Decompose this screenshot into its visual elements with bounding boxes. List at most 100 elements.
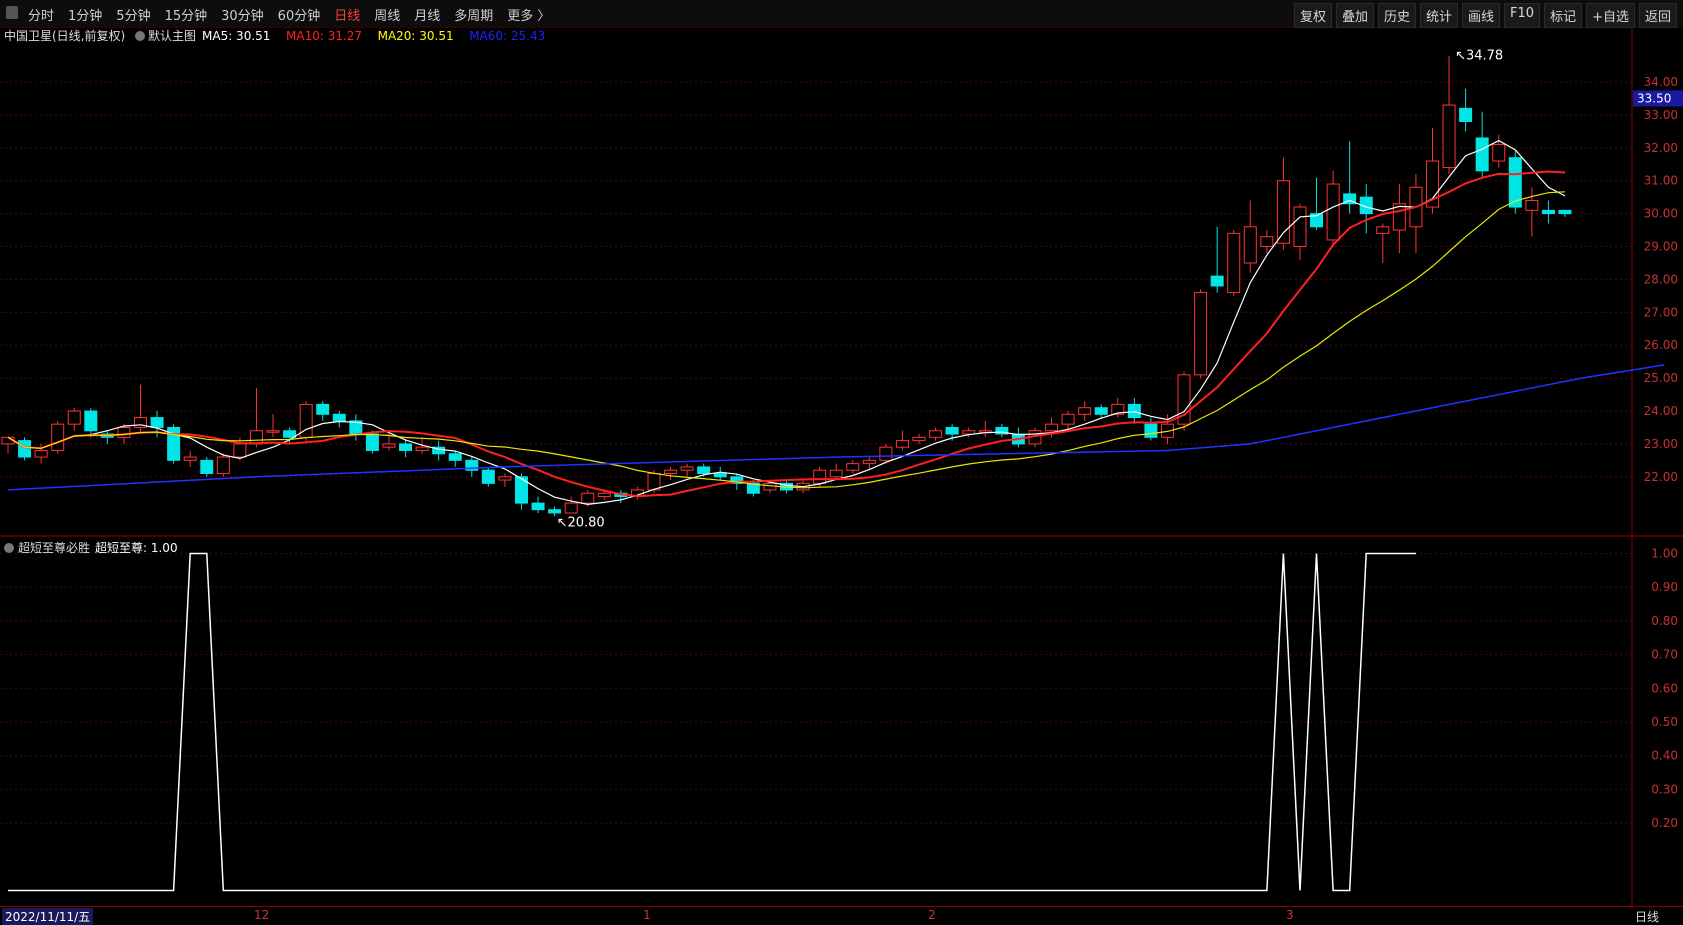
time-axis: 2022/11/11/五 12 1 2 3 日线 xyxy=(0,906,1683,925)
candle-body-29 xyxy=(481,469,495,484)
candle-body-77 xyxy=(1276,180,1290,244)
top-toolbar: 分时 1分钟 5分钟 15分钟 30分钟 60分钟 日线 周线 月线 多周期 更多 〉 复权 叠加 历史… xyxy=(0,0,1683,28)
candle-body-54 xyxy=(895,440,909,448)
period-tab-7[interactable]: 周线 xyxy=(374,5,400,24)
indicator-toggle-icon xyxy=(135,31,145,41)
price-tick-8: 30.00 xyxy=(1644,207,1678,221)
candle-body-11 xyxy=(183,456,197,461)
candle-body-74 xyxy=(1227,232,1241,294)
candle-body-27 xyxy=(448,453,462,461)
candle-body-68 xyxy=(1127,403,1141,419)
price-tick-1: 23.00 xyxy=(1644,437,1678,451)
candle-body-56 xyxy=(929,430,943,438)
toggle-panel-icon[interactable] xyxy=(6,6,18,19)
indicator-tick-6: 0.80 xyxy=(1651,614,1678,628)
tool-button-2[interactable]: 历史 xyxy=(1377,3,1416,28)
price-tick-2: 24.00 xyxy=(1644,404,1678,418)
tool-button-1[interactable]: 叠加 xyxy=(1335,3,1374,28)
tool-button-4[interactable]: 画线 xyxy=(1462,3,1501,28)
candles xyxy=(1,55,1572,517)
period-tab-6[interactable]: 日线 xyxy=(334,5,360,24)
period-tab-9[interactable]: 多周期 xyxy=(454,5,493,24)
candle-body-65 xyxy=(1078,407,1092,415)
month-tick-2: 2 xyxy=(928,908,936,922)
candle-body-24 xyxy=(399,443,413,451)
candle-body-76 xyxy=(1260,236,1274,248)
main-title: 中国卫星(日线,前复权) xyxy=(4,28,125,43)
period-tabs: 分时 1分钟 5分钟 15分钟 30分钟 60分钟 日线 周线 月线 多周期 更多 〉 xyxy=(28,5,550,24)
candle-body-34 xyxy=(564,502,578,514)
candle-body-4 xyxy=(67,410,81,425)
period-tab-10[interactable]: 更多 〉 xyxy=(507,5,550,24)
main-grid xyxy=(0,28,1683,906)
candle-body-69 xyxy=(1144,423,1158,438)
price-tick-7: 29.00 xyxy=(1644,240,1678,254)
month-tick-3: 3 xyxy=(1286,908,1294,922)
candle-body-49 xyxy=(813,469,827,484)
ma-legend-3: MA60: 25.43 xyxy=(469,29,545,43)
candle-body-19 xyxy=(316,403,330,415)
month-tick-12: 12 xyxy=(254,908,270,922)
candle-body-35 xyxy=(581,492,595,504)
candle-body-80 xyxy=(1326,183,1340,241)
candle-body-16 xyxy=(266,430,280,433)
candle-body-5 xyxy=(84,410,98,432)
period-tab-3[interactable]: 15分钟 xyxy=(165,5,208,24)
indicator-tick-5: 0.70 xyxy=(1651,648,1678,662)
tool-button-0[interactable]: 复权 xyxy=(1293,3,1332,28)
indicator-tick-1: 0.30 xyxy=(1651,782,1678,796)
candle-body-7 xyxy=(117,426,131,438)
price-tick-0: 22.00 xyxy=(1644,470,1678,484)
candle-body-90 xyxy=(1492,144,1506,162)
high-annotation: ↖34.78 xyxy=(1455,49,1503,64)
candle-body-22 xyxy=(365,433,379,451)
indicator-tick-0: 0.20 xyxy=(1651,816,1678,830)
candle-body-66 xyxy=(1094,407,1108,415)
candle-body-55 xyxy=(912,436,926,442)
candle-body-42 xyxy=(697,466,711,474)
candle-body-20 xyxy=(332,413,346,422)
sub-grid xyxy=(0,552,1632,824)
period-tab-5[interactable]: 60分钟 xyxy=(278,5,321,24)
candle-body-9 xyxy=(150,417,164,428)
period-tab-1[interactable]: 1分钟 xyxy=(68,5,102,24)
tool-button-7[interactable]: +自选 xyxy=(1586,3,1635,28)
candle-body-52 xyxy=(862,459,876,465)
price-tick-3: 25.00 xyxy=(1644,371,1678,385)
candle-body-89 xyxy=(1475,137,1489,172)
candle-body-13 xyxy=(216,456,230,475)
candle-body-64 xyxy=(1061,413,1075,425)
current-date: 2022/11/11/五 xyxy=(2,908,94,925)
candle-body-39 xyxy=(647,473,661,491)
stock-chart[interactable]: ↖34.78 ↖20.80 22.00 23.00 24.00 25.00 26.00 27… xyxy=(0,28,1683,906)
sub-title: 超短至尊必胜 xyxy=(18,540,90,555)
period-tab-2[interactable]: 5分钟 xyxy=(116,5,150,24)
candle-body-73 xyxy=(1210,275,1224,287)
month-tick-1: 1 xyxy=(643,908,651,922)
period-tab-0[interactable]: 分时 xyxy=(28,5,54,24)
candle-body-14 xyxy=(233,443,247,458)
candle-body-40 xyxy=(664,469,678,475)
period-tab-4[interactable]: 30分钟 xyxy=(221,5,264,24)
tool-button-5[interactable]: F10 xyxy=(1504,3,1541,28)
candle-body-94 xyxy=(1558,209,1572,215)
price-axis: 22.00 23.00 24.00 25.00 26.00 27.00 28.00 29.00… xyxy=(1633,75,1683,830)
low-annotation: ↖20.80 xyxy=(557,515,605,530)
candle-body-92 xyxy=(1525,199,1539,211)
main-indicator-name: 默认主图 xyxy=(148,28,196,43)
candle-body-3 xyxy=(51,423,65,451)
tool-button-3[interactable]: 统计 xyxy=(1420,3,1459,28)
indicator-tick-7: 0.90 xyxy=(1651,580,1678,594)
candle-body-83 xyxy=(1376,226,1390,234)
price-tick-4: 26.00 xyxy=(1644,338,1678,352)
candle-body-57 xyxy=(945,426,959,435)
candle-body-17 xyxy=(283,430,297,438)
tool-button-8[interactable]: 返回 xyxy=(1638,3,1677,28)
period-tab-8[interactable]: 月线 xyxy=(414,5,440,24)
tool-button-6[interactable]: 标记 xyxy=(1544,3,1583,28)
candle-body-30 xyxy=(498,476,512,481)
indicator-tick-2: 0.40 xyxy=(1651,749,1678,763)
price-tick-5: 27.00 xyxy=(1644,305,1678,319)
candle-body-32 xyxy=(531,502,545,511)
period-label: 日线 xyxy=(1634,910,1659,924)
